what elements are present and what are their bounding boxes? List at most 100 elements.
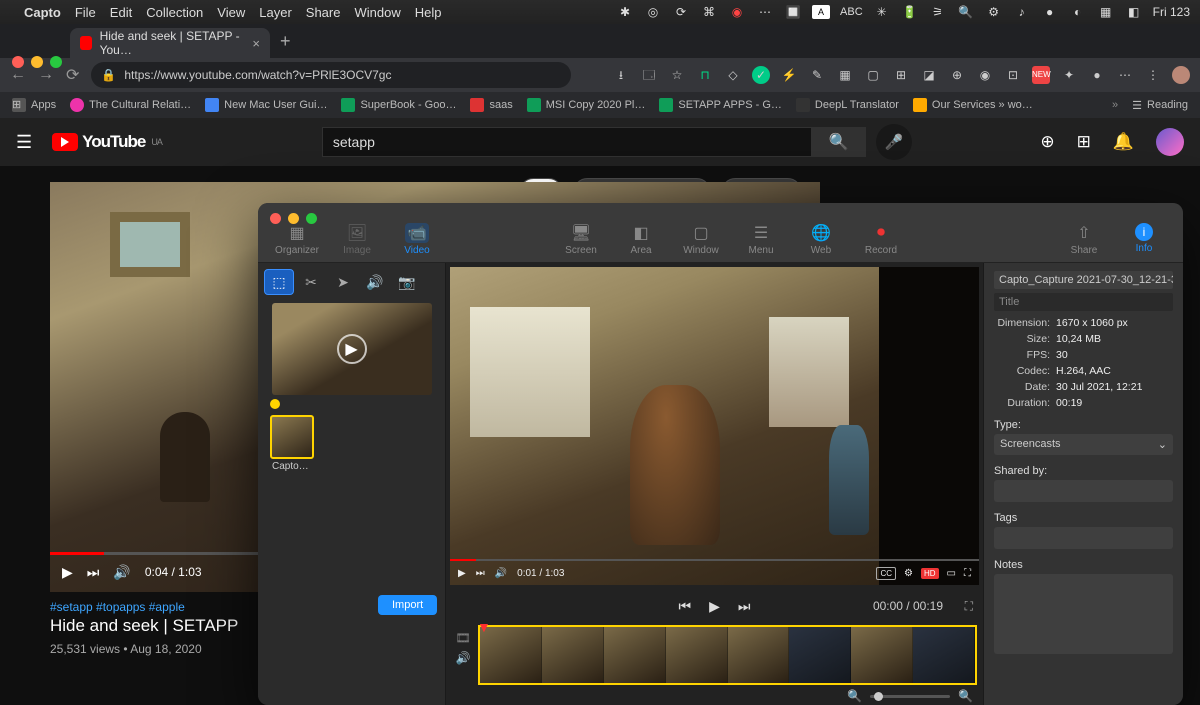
ext-icon[interactable]: ⊞: [892, 66, 910, 84]
next-icon[interactable]: ⏭: [87, 564, 100, 581]
url-input[interactable]: 🔒 https://www.youtube.com/watch?v=PRlE3O…: [91, 62, 571, 88]
bookmark-item[interactable]: New Mac User Gui…: [205, 98, 327, 112]
youtube-avatar[interactable]: [1156, 128, 1184, 156]
ext-icon[interactable]: ⊕: [948, 66, 966, 84]
ext-icon[interactable]: ⊡: [1004, 66, 1022, 84]
cc-badge[interactable]: CC: [876, 567, 896, 580]
fullscreen-icon[interactable]: ⛶: [964, 568, 971, 579]
bookmark-apps[interactable]: ⊞Apps: [12, 98, 56, 112]
ext-icon[interactable]: ⊓: [696, 66, 714, 84]
notes-field[interactable]: [994, 574, 1173, 654]
bookmark-overflow[interactable]: »: [1112, 99, 1118, 111]
type-select[interactable]: Screencasts⌄: [994, 434, 1173, 455]
reload-button[interactable]: ⟳: [66, 65, 79, 85]
lang-indicator[interactable]: ABC: [840, 6, 863, 18]
toolbar-organizer[interactable]: ▦Organizer: [270, 223, 324, 256]
bookmark-item[interactable]: Our Services » wo…: [913, 98, 1033, 112]
toolbar-record[interactable]: ⏺Record: [854, 223, 908, 256]
toolbar-window[interactable]: ▢Window: [674, 223, 728, 256]
clip-thumbnail[interactable]: [270, 415, 314, 459]
youtube-search-button[interactable]: 🔍: [812, 127, 866, 157]
shared-by-field[interactable]: [994, 480, 1173, 502]
ext-icon[interactable]: NEW: [1032, 66, 1050, 84]
bookmark-item[interactable]: SuperBook - Goo…: [341, 98, 456, 112]
capto-maximize-button[interactable]: [306, 213, 317, 224]
ext-icon[interactable]: ▦: [836, 66, 854, 84]
import-button[interactable]: Import: [378, 595, 437, 615]
toolbar-area[interactable]: ◧Area: [614, 223, 668, 256]
ext-icon[interactable]: ⚡: [780, 66, 798, 84]
capto-minimize-button[interactable]: [288, 213, 299, 224]
bookmark-item[interactable]: SETAPP APPS - G…: [659, 98, 782, 112]
menu-collection[interactable]: Collection: [146, 5, 203, 20]
status-icon[interactable]: ◐: [1069, 5, 1087, 19]
select-tool[interactable]: ⬚: [264, 269, 294, 295]
title-field[interactable]: Title: [994, 293, 1173, 311]
new-tab-button[interactable]: +: [280, 31, 291, 52]
ext-icon[interactable]: ●: [1088, 66, 1106, 84]
voice-search-button[interactable]: 🎤: [876, 124, 912, 160]
zoom-in-icon[interactable]: 🔍: [958, 689, 973, 703]
toolbar-video[interactable]: 📹Video: [390, 223, 444, 256]
theater-icon[interactable]: ▭: [947, 568, 956, 579]
playhead-icon[interactable]: ▼: [477, 619, 491, 635]
next-icon[interactable]: ⏭: [476, 568, 485, 579]
zoom-slider[interactable]: [870, 695, 950, 698]
create-icon[interactable]: ⊕: [1040, 132, 1054, 152]
ext-icon[interactable]: ◪: [920, 66, 938, 84]
status-icon[interactable]: ♪: [1013, 5, 1031, 19]
zoom-out-icon[interactable]: 🔍: [847, 689, 862, 703]
menubar-clock[interactable]: Fri 123: [1153, 5, 1190, 19]
control-center-icon[interactable]: ⚙: [985, 5, 1003, 19]
filename-field[interactable]: Capto_Capture 2021-07-30_12-21-30: [994, 271, 1173, 289]
status-icon[interactable]: ◧: [1125, 5, 1143, 19]
forward-button[interactable]: ⏭: [738, 598, 751, 615]
ext-icon[interactable]: ⭳: [612, 66, 630, 84]
keyboard-lang[interactable]: A: [812, 5, 830, 19]
status-icon[interactable]: ⟳: [672, 5, 690, 19]
ext-icon[interactable]: ✦: [1060, 66, 1078, 84]
rewind-button[interactable]: ⏮: [679, 598, 692, 615]
bluetooth-icon[interactable]: ✳: [873, 5, 891, 19]
menu-layer[interactable]: Layer: [259, 5, 292, 20]
toolbar-info[interactable]: iInfo: [1117, 223, 1171, 256]
status-icon[interactable]: ✱: [616, 5, 634, 19]
menu-edit[interactable]: Edit: [110, 5, 132, 20]
toolbar-menu[interactable]: ☰Menu: [734, 223, 788, 256]
close-window-button[interactable]: [12, 56, 24, 68]
spotlight-icon[interactable]: 🔍: [957, 5, 975, 19]
wifi-icon[interactable]: ⚞: [929, 5, 947, 19]
status-icon[interactable]: ▦: [1097, 5, 1115, 19]
reading-list[interactable]: ☰Reading: [1132, 99, 1188, 112]
back-button[interactable]: ←: [10, 66, 26, 84]
ext-icon[interactable]: ◇: [724, 66, 742, 84]
bookmark-item[interactable]: The Cultural Relati…: [70, 98, 191, 112]
toolbar-screen[interactable]: 🖥Screen: [554, 223, 608, 256]
menu-file[interactable]: File: [75, 5, 96, 20]
timeline-strip[interactable]: ▼: [478, 625, 977, 685]
play-icon[interactable]: ▶: [62, 564, 73, 581]
bookmark-item[interactable]: MSI Copy 2020 Pl…: [527, 98, 646, 112]
status-icon[interactable]: ◎: [644, 5, 662, 19]
status-icon[interactable]: ⌘: [700, 5, 718, 19]
status-icon[interactable]: ⋯: [756, 5, 774, 19]
ext-icon[interactable]: ⋯: [1116, 66, 1134, 84]
battery-icon[interactable]: 🔋: [901, 5, 919, 19]
status-icon[interactable]: ●: [1041, 5, 1059, 19]
ext-icon[interactable]: 🗔: [640, 66, 658, 84]
toolbar-share[interactable]: ⇧Share: [1057, 223, 1111, 256]
profile-avatar[interactable]: [1172, 66, 1190, 84]
status-icon[interactable]: ◉: [728, 5, 746, 19]
ext-icon[interactable]: ✓: [752, 66, 770, 84]
browser-tab[interactable]: Hide and seek | SETAPP - You… ×: [70, 28, 270, 58]
hamburger-icon[interactable]: ☰: [16, 132, 32, 153]
apps-icon[interactable]: ⊞: [1077, 132, 1091, 152]
minimize-window-button[interactable]: [31, 56, 43, 68]
preview-thumbnail[interactable]: ▶: [272, 303, 432, 395]
youtube-search-input[interactable]: [322, 127, 812, 157]
video-preview[interactable]: ▶ ⏭ 🔊 0:01 / 1:03 CC ⚙ HD ▭ ⛶: [450, 267, 979, 585]
forward-button[interactable]: →: [38, 66, 54, 84]
ext-icon[interactable]: ▢: [864, 66, 882, 84]
bookmark-item[interactable]: saas: [470, 98, 512, 112]
audio-track-icon[interactable]: 🔊: [456, 651, 471, 665]
